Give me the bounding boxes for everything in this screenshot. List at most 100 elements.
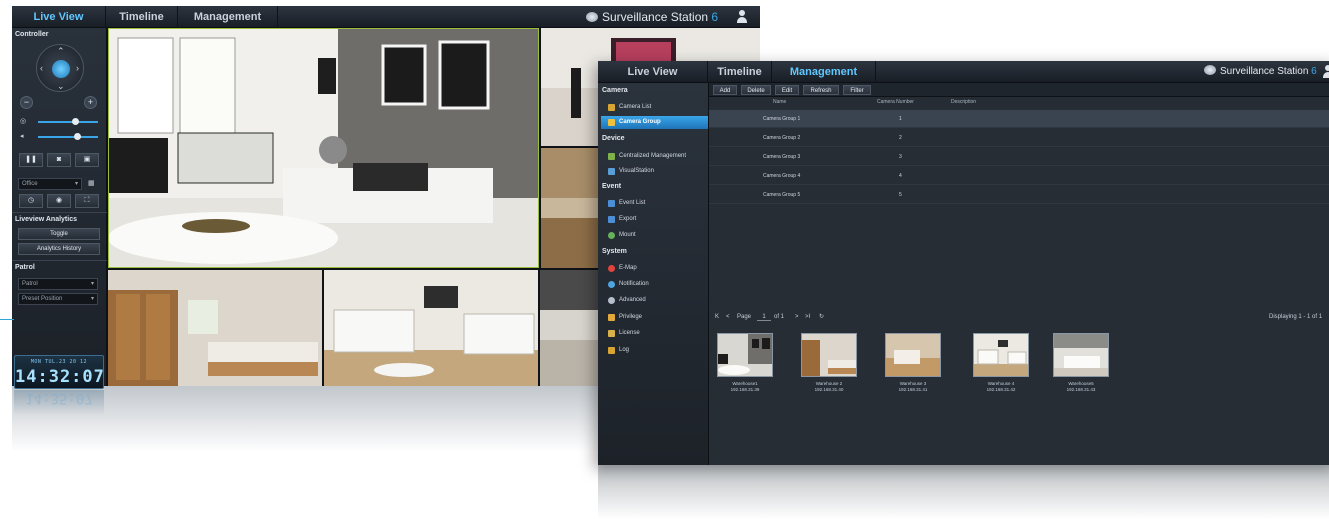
table-row[interactable]: Camera Group 1 1: [709, 110, 1329, 128]
tab-management[interactable]: Management: [178, 6, 278, 28]
toggle-button[interactable]: Toggle: [18, 228, 100, 240]
home-icon[interactable]: [52, 60, 70, 78]
table-row[interactable]: Camera Group 5 5: [709, 186, 1329, 204]
accent-line: [0, 319, 14, 320]
first-page-icon[interactable]: K: [715, 310, 719, 324]
row-camera-number: 2: [899, 135, 902, 141]
sidebar-item-camera-group[interactable]: Camera Group: [601, 116, 708, 129]
clock-button[interactable]: ◷: [19, 194, 43, 208]
tab-live-view[interactable]: Live View: [598, 61, 708, 83]
camera-feed-lounge[interactable]: [324, 270, 538, 386]
camera-thumbnail[interactable]: Warehouse 3 192.168.31.41: [885, 333, 941, 393]
clock-reflection: 14:35:07: [14, 390, 104, 416]
top-nav-bar: Live View Timeline Management Surveillan…: [12, 6, 760, 28]
camera-feed-living-room[interactable]: [108, 28, 539, 268]
thumbnail-ip: 192.168.31.39: [730, 387, 760, 392]
fullscreen-button[interactable]: ⛶: [75, 194, 99, 208]
sidebar-item-event-list[interactable]: Event List: [601, 197, 708, 210]
table-row[interactable]: Camera Group 4 4: [709, 167, 1329, 185]
tab-timeline[interactable]: Timeline: [708, 61, 772, 83]
target-button[interactable]: ◉: [47, 194, 71, 208]
ptz-control[interactable]: ⌃ ⌄ ‹ ›: [36, 44, 84, 92]
add-button[interactable]: Add: [713, 85, 737, 95]
user-icon[interactable]: [1322, 65, 1329, 78]
preset-select-value: Preset Position: [22, 296, 63, 302]
down-arrow-icon[interactable]: ⌄: [57, 82, 65, 91]
sidebar-item-emap[interactable]: E-Map: [601, 262, 708, 275]
page-input[interactable]: 1: [757, 313, 771, 321]
export-icon: [608, 216, 615, 223]
analytics-title: Liveview Analytics: [15, 216, 77, 223]
app-brand: Surveillance Station 6: [586, 6, 718, 28]
sidebar-section-system: System: [602, 248, 627, 255]
sidebar-item-label: Notification: [619, 281, 649, 287]
column-header-camera-number[interactable]: Camera Number: [877, 97, 914, 107]
divider: [12, 212, 107, 213]
sidebar-item-privilege[interactable]: Privilege: [601, 311, 708, 324]
left-arrow-icon[interactable]: ‹: [40, 64, 43, 73]
patrol-select[interactable]: Patrol ▾: [18, 278, 98, 290]
sidebar-item-mount[interactable]: Mount: [601, 229, 708, 242]
zoom-out-button[interactable]: −: [20, 96, 33, 109]
mount-icon: [608, 232, 615, 239]
table-row[interactable]: Camera Group 2 2: [709, 129, 1329, 147]
sidebar-item-export[interactable]: Export: [601, 213, 708, 226]
user-icon[interactable]: [736, 10, 748, 23]
thumbnail-ip: 192.168.31.42: [986, 387, 1016, 392]
column-header-description[interactable]: Description: [951, 97, 976, 107]
brand-version: 6: [1311, 66, 1317, 77]
tab-timeline[interactable]: Timeline: [106, 6, 178, 28]
slider-knob[interactable]: [74, 133, 81, 140]
clock-reflection-text: 14:35:07: [25, 390, 93, 406]
camera-feed-bedroom[interactable]: [108, 270, 322, 386]
preset-position-select[interactable]: Preset Position ▾: [18, 293, 98, 305]
management-sidebar: Camera Camera List Camera Group Device C…: [598, 83, 709, 465]
prev-page-icon[interactable]: <: [726, 310, 730, 324]
pause-button[interactable]: ❚❚: [19, 153, 43, 167]
tab-management[interactable]: Management: [772, 61, 876, 83]
volume-slider[interactable]: [38, 133, 98, 140]
volume-icon: ◂: [20, 133, 24, 140]
edit-button[interactable]: Edit: [775, 85, 799, 95]
tab-live-view[interactable]: Live View: [12, 6, 106, 28]
delete-button[interactable]: Delete: [741, 85, 771, 95]
sidebar-item-license[interactable]: License: [601, 327, 708, 340]
camera-thumbnail[interactable]: Warehouse 4 192.168.31.42: [973, 333, 1029, 393]
clock-widget: MON TUL.23 20 12 14:32:07: [14, 355, 104, 389]
column-header-name[interactable]: Name: [773, 97, 786, 107]
sidebar-item-advanced[interactable]: Advanced: [601, 294, 708, 307]
camera-thumbnail[interactable]: Warehouse1 192.168.31.39: [717, 333, 773, 393]
record-button[interactable]: ▣: [75, 153, 99, 167]
sidebar-item-log[interactable]: Log: [601, 344, 708, 357]
live-view-sidebar: Controller ⌃ ⌄ ‹ › − + ◎ ◂ ❚❚ ◙ ▣ Office…: [12, 28, 107, 386]
bedroom-image: [108, 270, 322, 386]
refresh-button[interactable]: Refresh: [803, 85, 839, 95]
filter-button[interactable]: Filter: [843, 85, 871, 95]
slider-knob[interactable]: [72, 118, 79, 125]
up-arrow-icon[interactable]: ⌃: [57, 47, 65, 56]
refresh-icon[interactable]: ↻: [819, 310, 824, 324]
analytics-history-button[interactable]: Analytics History: [18, 243, 100, 255]
sidebar-item-visualstation[interactable]: VisualStation: [601, 165, 708, 178]
camera-thumbnail[interactable]: Warehouse5 192.168.31.43: [1053, 333, 1109, 393]
zoom-in-button[interactable]: +: [84, 96, 97, 109]
focus-slider[interactable]: [38, 118, 98, 125]
next-page-icon[interactable]: >: [795, 310, 799, 324]
sidebar-item-camera-list[interactable]: Camera List: [601, 101, 708, 114]
event-list-icon: [608, 200, 615, 207]
layout-select[interactable]: Office ▾: [18, 178, 82, 190]
row-name: Camera Group 3: [763, 154, 801, 160]
chevron-down-icon: ▾: [90, 281, 94, 287]
snapshot-button[interactable]: ◙: [47, 153, 71, 167]
grid-layout-icon[interactable]: ▦: [88, 179, 95, 187]
right-arrow-icon[interactable]: ›: [76, 64, 79, 73]
last-page-icon[interactable]: >I: [805, 310, 810, 324]
sidebar-item-centralized-management[interactable]: Centralized Management: [601, 150, 708, 163]
sidebar-item-notification[interactable]: Notification: [601, 278, 708, 291]
camera-thumbnail[interactable]: Warehouse 2 192.168.31.40: [801, 333, 857, 393]
sidebar-item-label: VisualStation: [619, 168, 654, 174]
living-room-image: [108, 28, 539, 268]
sidebar-item-label: License: [619, 330, 640, 336]
table-row[interactable]: Camera Group 3 3: [709, 148, 1329, 166]
sidebar-item-label: Export: [619, 216, 637, 222]
